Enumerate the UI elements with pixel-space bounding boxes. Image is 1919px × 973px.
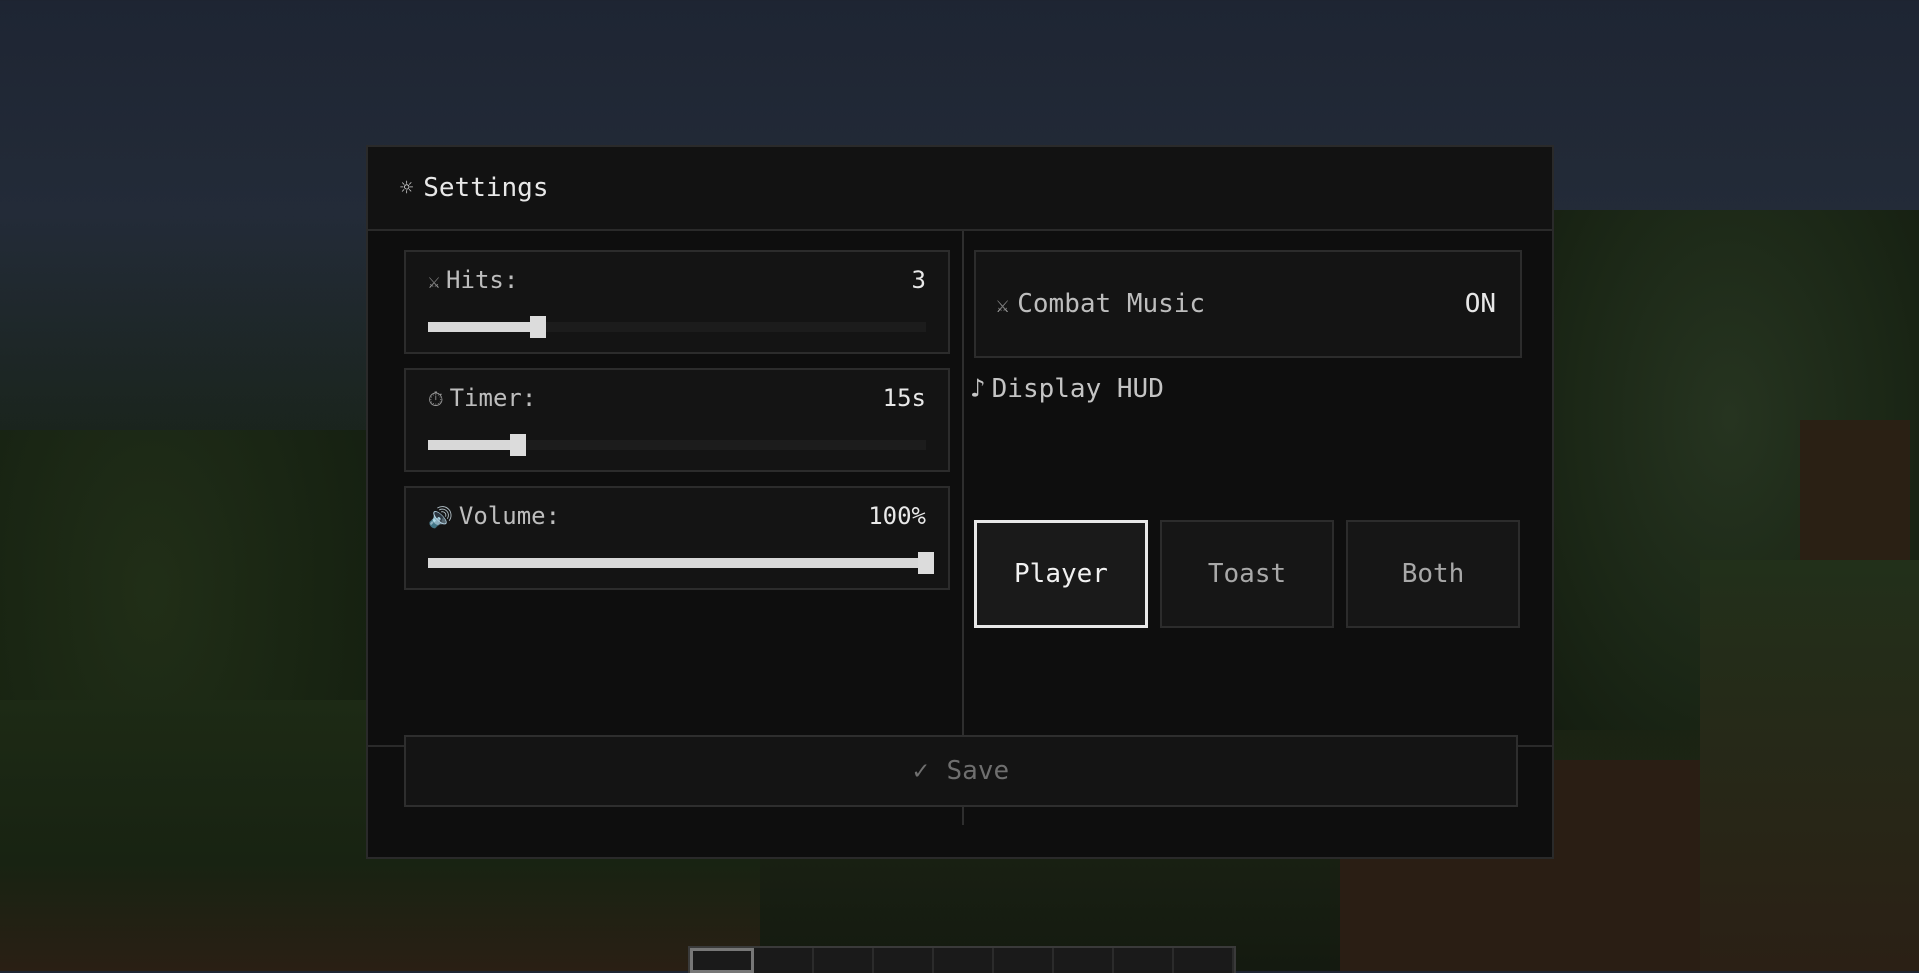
slider-column: ⚔ Hits: 3 ⏱ Timer: 15s 🔊 Volume: 100% <box>404 250 950 604</box>
music-note-icon: ♪ <box>970 374 986 404</box>
timer-label: Timer: <box>449 384 537 412</box>
crossed-swords-icon: ⚔ <box>996 293 1010 318</box>
background-ground-right <box>1700 560 1919 971</box>
hotbar-slot[interactable] <box>994 948 1054 973</box>
hotbar-slot[interactable] <box>874 948 934 973</box>
volume-label: Volume: <box>458 502 561 530</box>
hits-label: Hits: <box>446 266 519 294</box>
timer-slider-handle[interactable] <box>509 434 526 456</box>
hotbar-slot[interactable] <box>814 948 874 973</box>
volume-slider-card: 🔊 Volume: 100% <box>404 486 950 590</box>
save-label: Save <box>946 756 1010 786</box>
display-hud-label: Display HUD <box>991 374 1164 404</box>
hits-slider-handle[interactable] <box>529 316 546 338</box>
toggle-column: ⚔ Combat Music ON ♪ Display HUD Player Toa… <box>970 250 1522 628</box>
hotbar-slot[interactable] <box>934 948 994 973</box>
hud-mode-selector: Player Toast Both <box>974 520 1522 628</box>
volume-value: 100% <box>868 502 926 530</box>
mode-button-toast[interactable]: Toast <box>1160 520 1334 628</box>
timer-slider-track[interactable] <box>428 434 926 456</box>
timer-slider-card: ⏱ Timer: 15s <box>404 368 950 472</box>
hits-slider-card: ⚔ Hits: 3 <box>404 250 950 354</box>
hotbar-slot[interactable] <box>690 948 754 973</box>
stopwatch-icon: ⏱ <box>428 387 444 411</box>
crossed-swords-icon: ⚔ <box>428 269 441 293</box>
volume-slider-handle[interactable] <box>918 552 934 574</box>
divider-tick <box>962 807 964 825</box>
speaker-icon: 🔊 <box>428 505 453 529</box>
volume-slider-track[interactable] <box>428 552 934 574</box>
settings-panel: ☼ Settings ⚔ Hits: 3 ⏱ Timer: 15s 🔊 Volume:… <box>366 145 1554 859</box>
hotbar-slot[interactable] <box>1174 948 1234 973</box>
combat-music-label: Combat Music <box>1017 289 1206 319</box>
gear-icon: ☼ <box>400 175 414 201</box>
panel-header: ☼ Settings <box>368 147 1552 231</box>
display-hud-heading: ♪ Display HUD <box>970 374 1522 404</box>
hotbar <box>688 946 1236 973</box>
hits-slider-track[interactable] <box>428 316 926 338</box>
combat-music-value: ON <box>1464 289 1496 319</box>
mode-button-both[interactable]: Both <box>1346 520 1520 628</box>
checkmark-icon: ✓ <box>912 756 929 786</box>
hotbar-slot[interactable] <box>754 948 814 973</box>
timer-value: 15s <box>882 384 926 412</box>
hotbar-slot[interactable] <box>1114 948 1174 973</box>
column-divider <box>962 231 964 775</box>
panel-title: Settings <box>423 173 549 203</box>
mode-button-player[interactable]: Player <box>974 520 1148 628</box>
hits-value: 3 <box>911 266 926 294</box>
hotbar-slot[interactable] <box>1054 948 1114 973</box>
save-button[interactable]: ✓ Save <box>404 735 1518 807</box>
combat-music-toggle[interactable]: ⚔ Combat Music ON <box>974 250 1522 358</box>
